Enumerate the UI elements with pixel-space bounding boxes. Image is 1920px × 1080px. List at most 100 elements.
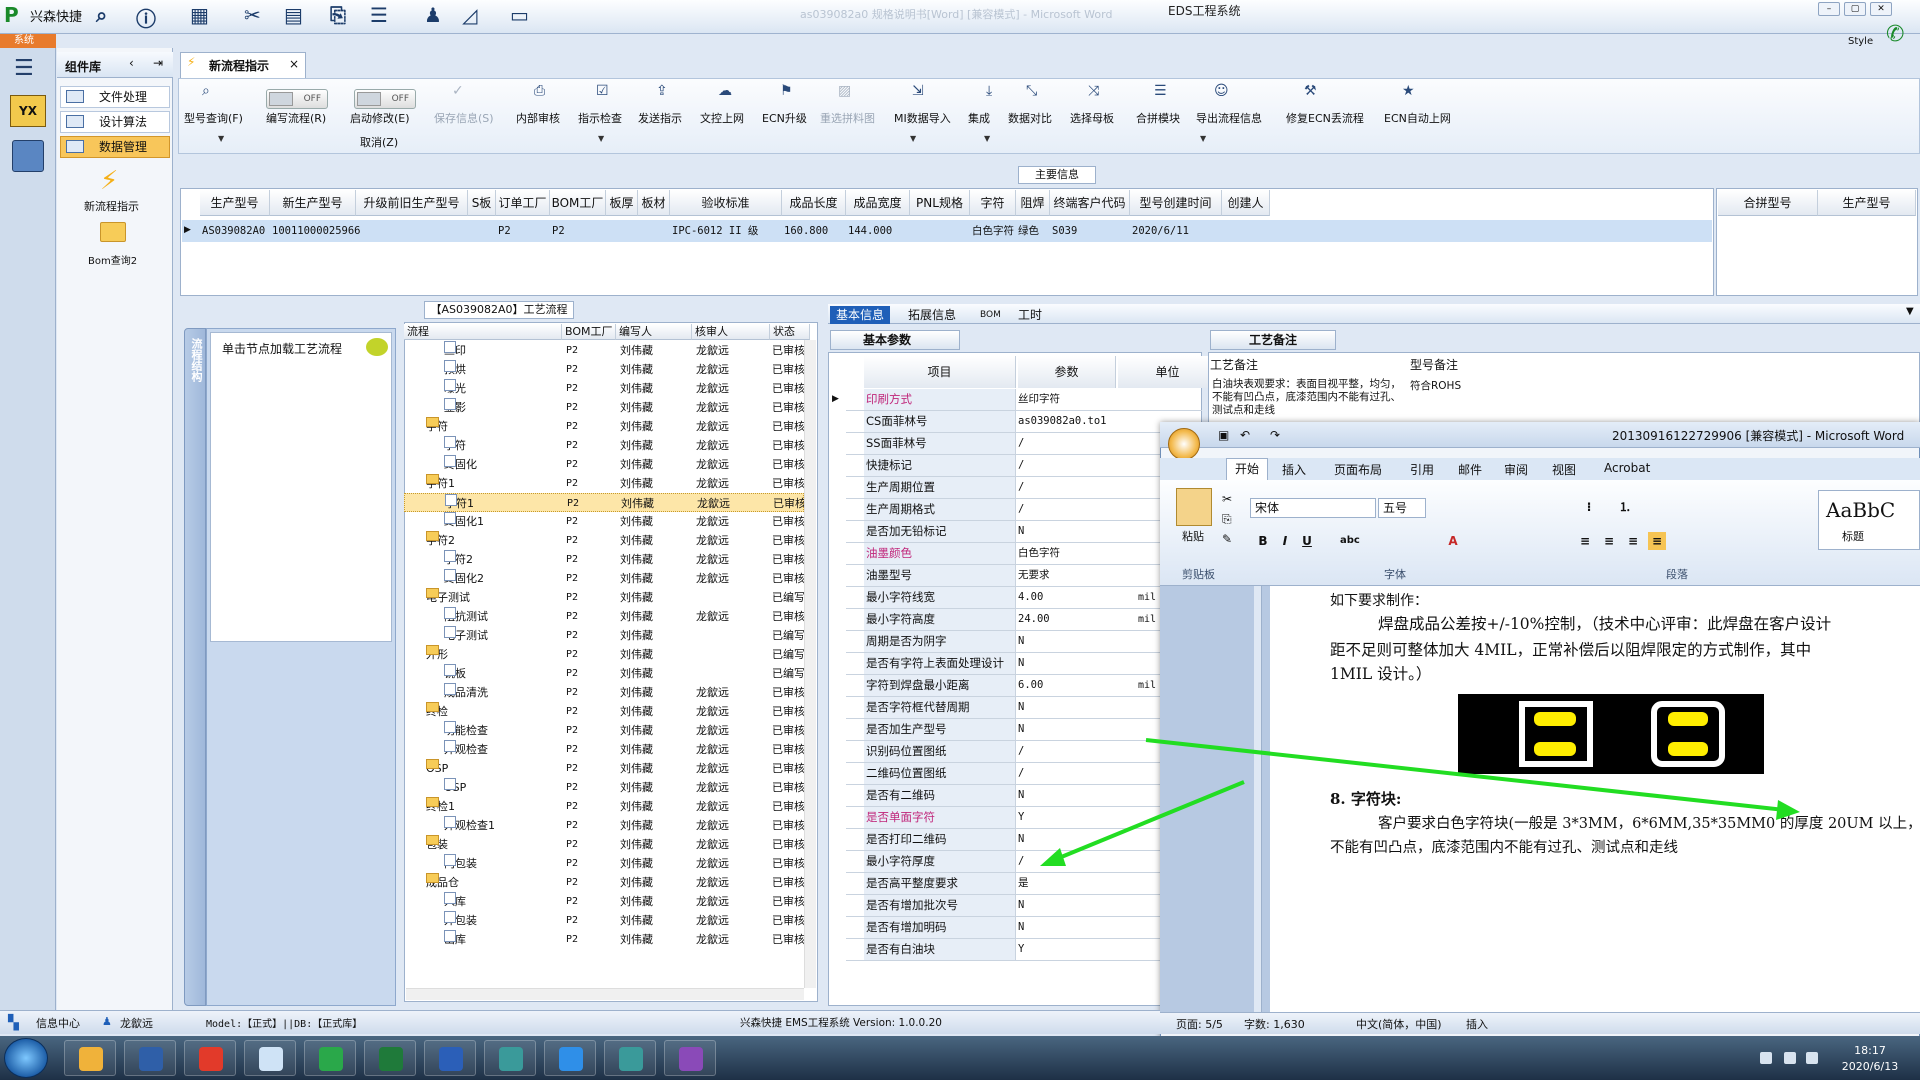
taskbar-app[interactable]: [664, 1040, 716, 1076]
tree-col-header[interactable]: 流程: [404, 324, 562, 340]
menu-icon[interactable]: ☰: [14, 56, 34, 81]
word-tab[interactable]: 开始: [1226, 458, 1269, 480]
col-header[interactable]: 阻焊: [1016, 190, 1050, 216]
flow-structure-tab[interactable]: [184, 328, 206, 1006]
start-button[interactable]: [4, 1038, 48, 1078]
param-row[interactable]: 最小字符线宽 4.00 mil: [846, 587, 1202, 609]
align-right-button[interactable]: ≡: [1624, 532, 1642, 550]
taskbar-app[interactable]: [484, 1040, 536, 1076]
folder-icon[interactable]: [100, 222, 126, 242]
tree-row[interactable]: −终检1 P2 刘伟藏 龙歙远 已审核: [404, 797, 804, 816]
tree-horizontal-scrollbar[interactable]: [406, 988, 804, 1000]
ribbon-button[interactable]: 编写流程(R): [266, 110, 326, 126]
tree-node[interactable]: −字符1: [426, 474, 455, 493]
ribbon-button[interactable]: ECN自动上网: [1384, 110, 1451, 126]
close-icon[interactable]: ×: [289, 57, 299, 71]
dropdown-arrow-icon[interactable]: ▼: [910, 134, 916, 143]
tree-node[interactable]: 电子测试: [444, 626, 488, 645]
param-row[interactable]: 是否有白油块 Y: [846, 939, 1202, 961]
ribbon-button[interactable]: MI数据导入: [894, 110, 951, 126]
table-cell[interactable]: [358, 221, 468, 241]
tree-node[interactable]: 终固化2: [444, 569, 484, 588]
tree-node[interactable]: 出库: [444, 930, 466, 949]
param-row[interactable]: 生产周期位置 /: [846, 477, 1202, 499]
tree-row[interactable]: 显影 P2 刘伟藏 龙歙远 已审核: [404, 398, 804, 417]
italic-button[interactable]: I: [1276, 532, 1294, 550]
tree-node[interactable]: 阻抗测试: [444, 607, 488, 626]
flag-icon[interactable]: [1760, 1052, 1772, 1064]
taskbar-app[interactable]: [544, 1040, 596, 1076]
grid-icon[interactable]: ▦: [190, 3, 209, 27]
table-cell[interactable]: 144.000: [848, 221, 910, 241]
param-value[interactable]: N: [1018, 785, 1118, 806]
dropdown-arrow-icon[interactable]: ▼: [218, 134, 224, 143]
undo-icon[interactable]: ↶: [1240, 428, 1250, 442]
param-row[interactable]: 是否有二维码 N: [846, 785, 1202, 807]
save-icon[interactable]: ▣: [1218, 428, 1229, 442]
film-icon[interactable]: ▤: [284, 3, 303, 27]
tree-node[interactable]: 丝印: [444, 341, 466, 360]
tree-node[interactable]: 终固化: [444, 455, 477, 474]
redo-icon[interactable]: ↷: [1270, 428, 1280, 442]
tree-node[interactable]: 入库: [444, 892, 466, 911]
param-value[interactable]: Y: [1018, 939, 1118, 960]
tree-node[interactable]: 字符2: [444, 550, 473, 569]
minimize-button[interactable]: –: [1818, 2, 1840, 16]
tree-row[interactable]: 铣板 P2 刘伟藏 已编写: [404, 664, 804, 683]
taskbar-app[interactable]: [244, 1040, 296, 1076]
tree-row[interactable]: 功能检查 P2 刘伟藏 龙歙远 已审核: [404, 721, 804, 740]
param-row[interactable]: 是否字符框代替周期 N: [846, 697, 1202, 719]
dropdown-arrow-icon[interactable]: ▼: [1200, 134, 1206, 143]
pin-icon[interactable]: ⇥: [153, 56, 163, 70]
tree-row[interactable]: −字符 P2 刘伟藏 龙歙远 已审核: [404, 417, 804, 436]
taskbar-app[interactable]: [604, 1040, 656, 1076]
param-row[interactable]: 是否有字符上表面处理设计 N: [846, 653, 1202, 675]
list-icon[interactable]: ☰: [370, 3, 388, 27]
tree-node[interactable]: 字符: [444, 436, 466, 455]
word-tab[interactable]: 页面布局: [1334, 461, 1382, 478]
strikethrough-button[interactable]: abc: [1340, 532, 1360, 550]
params-col-value[interactable]: 参数: [1018, 356, 1116, 388]
font-size-select[interactable]: 五号: [1378, 498, 1426, 518]
tree-row[interactable]: 成品清洗 P2 刘伟藏 龙歙远 已审核: [404, 683, 804, 702]
ribbon-button[interactable]: 重选拼料图: [820, 110, 875, 126]
tree-node[interactable]: 终固化1: [444, 512, 484, 531]
info-icon[interactable]: ⓘ: [136, 3, 156, 32]
tree-row[interactable]: 终固化1 P2 刘伟藏 龙歙远 已审核: [404, 512, 804, 531]
tree-node[interactable]: 内包装: [444, 854, 477, 873]
word-tab[interactable]: 邮件: [1458, 461, 1482, 478]
col-header[interactable]: 成品长度: [782, 190, 846, 216]
system-tab[interactable]: 系统: [0, 34, 56, 48]
page-count[interactable]: 页面: 5/5: [1176, 1016, 1223, 1032]
param-row[interactable]: 快捷标记 /: [846, 455, 1202, 477]
col-header[interactable]: S板: [468, 190, 496, 216]
tree-col-header[interactable]: BOM工厂: [562, 324, 616, 340]
tree-node[interactable]: 外观检查: [444, 740, 488, 759]
taskbar-excel[interactable]: [364, 1040, 416, 1076]
param-row[interactable]: 油墨型号 无要求: [846, 565, 1202, 587]
col-header[interactable]: 终端客户代码: [1050, 190, 1130, 216]
param-value[interactable]: N: [1018, 829, 1118, 850]
model-note-text[interactable]: 符合ROHS: [1410, 378, 1461, 393]
params-col-item[interactable]: 项目: [864, 356, 1016, 388]
tree-row[interactable]: −OSP P2 刘伟藏 龙歙远 已审核: [404, 759, 804, 778]
ribbon-button[interactable]: 修复ECN丢流程: [1286, 110, 1364, 126]
param-value[interactable]: as039082a0.to1: [1018, 411, 1118, 432]
monitor-icon[interactable]: ▭: [510, 3, 529, 27]
table-cell[interactable]: 160.800: [784, 221, 846, 241]
word-tab[interactable]: 视图: [1552, 461, 1576, 478]
table-cell[interactable]: IPC-6012 II 级: [672, 221, 782, 241]
collapse-icon[interactable]: ‹: [129, 56, 134, 70]
param-row[interactable]: 周期是否为阴字 N: [846, 631, 1202, 653]
info-tab[interactable]: 拓展信息: [902, 306, 962, 324]
dropdown-arrow-icon[interactable]: ▼: [598, 134, 604, 143]
param-value[interactable]: /: [1018, 433, 1118, 454]
tree-row[interactable]: 预烘 P2 刘伟藏 龙歙远 已审核: [404, 360, 804, 379]
table-cell[interactable]: [640, 221, 670, 241]
close-button[interactable]: ✕: [1870, 2, 1892, 16]
insert-mode[interactable]: 插入: [1466, 1016, 1488, 1032]
tree-node[interactable]: −字符2: [426, 531, 455, 550]
col-header[interactable]: 验收标准: [670, 190, 782, 216]
bold-button[interactable]: B: [1254, 532, 1272, 550]
tree-node[interactable]: 外观检查1: [444, 816, 495, 835]
